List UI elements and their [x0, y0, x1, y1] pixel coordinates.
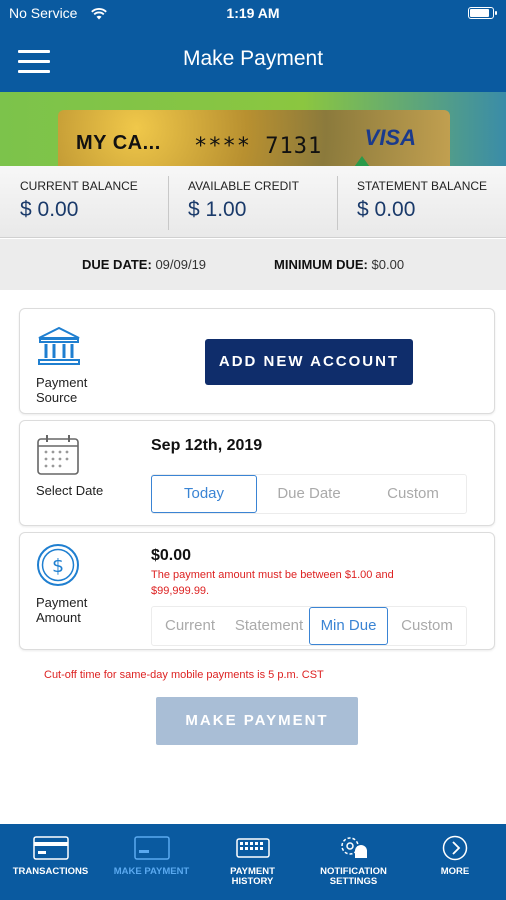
- current-balance-label: CURRENT BALANCE: [20, 179, 138, 193]
- payment-source-label-line2: Source: [36, 390, 78, 405]
- amount-option-min-due[interactable]: Min Due: [309, 607, 388, 645]
- statement-balance: STATEMENT BALANCE $ 0.00: [337, 166, 505, 238]
- make-payment-icon: [133, 836, 170, 860]
- balance-summary: CURRENT BALANCE $ 0.00 AVAILABLE CREDIT …: [0, 166, 506, 238]
- available-credit-value: $ 1.00: [188, 198, 247, 221]
- tab-make-payment-label: MAKE PAYMENT: [113, 866, 190, 877]
- payment-amount-error-line2: $99,999.99.: [151, 585, 210, 597]
- card-emblem-icon: [352, 156, 372, 166]
- current-balance-value: $ 0.00: [20, 198, 79, 221]
- tab-bar: TRANSACTIONS MAKE PAYMENT PAYMENT HISTOR…: [0, 824, 506, 900]
- credit-card-image[interactable]: MY CA... **** 7131 VISA: [58, 110, 450, 166]
- select-date-panel: Select Date Sep 12th, 2019 Today Due Dat…: [19, 420, 495, 526]
- statement-balance-label: STATEMENT BALANCE: [357, 179, 488, 193]
- minimum-due: MINIMUM DUE: $0.00: [274, 257, 404, 272]
- selected-date-value: Sep 12th, 2019: [151, 437, 263, 454]
- transactions-icon: [32, 836, 69, 860]
- minimum-due-value: $0.00: [371, 257, 405, 272]
- tab-transactions-label: TRANSACTIONS: [12, 866, 89, 877]
- payment-amount-value[interactable]: $0.00: [151, 547, 191, 565]
- add-new-account-button[interactable]: ADD NEW ACCOUNT: [205, 339, 413, 385]
- page-title: Make Payment: [182, 47, 324, 70]
- tab-notification-settings[interactable]: NOTIFICATION SETTINGS: [303, 824, 404, 900]
- current-balance: CURRENT BALANCE $ 0.00: [0, 166, 168, 238]
- payment-amount-label-line1: Payment: [36, 595, 88, 610]
- chevron-right-circle-icon: [442, 835, 468, 861]
- payment-source-label: Payment Source: [36, 375, 87, 405]
- select-date-label: Select Date: [36, 483, 104, 498]
- tab-payment-history-label: PAYMENT HISTORY: [202, 867, 303, 887]
- tab-payment-history-line2: HISTORY: [231, 876, 274, 887]
- tab-more[interactable]: MORE: [404, 824, 506, 900]
- card-name: MY CA...: [76, 132, 161, 154]
- status-bar: No Service 1:19 AM: [0, 5, 506, 23]
- amount-option-custom[interactable]: Custom: [388, 607, 466, 645]
- available-credit: AVAILABLE CREDIT $ 1.00: [168, 166, 336, 238]
- payment-amount-label: Payment Amount: [36, 595, 87, 625]
- payment-amount-error-line1: The payment amount must be between $1.00…: [151, 569, 394, 581]
- date-option-due-date[interactable]: Due Date: [257, 475, 361, 513]
- due-summary: DUE DATE: 09/09/19 MINIMUM DUE: $0.00: [0, 239, 506, 290]
- payment-source-panel: Payment Source ADD NEW ACCOUNT: [19, 308, 495, 414]
- minimum-due-label: MINIMUM DUE:: [274, 257, 368, 272]
- battery-icon: [468, 7, 497, 19]
- payment-amount-panel: $ Payment Amount $0.00 The payment amoun…: [19, 532, 495, 650]
- date-option-custom[interactable]: Custom: [361, 475, 465, 513]
- available-credit-label: AVAILABLE CREDIT: [188, 179, 299, 193]
- tab-notification-settings-label: NOTIFICATION SETTINGS: [303, 867, 404, 887]
- payment-amount-error: The payment amount must be between $1.00…: [151, 567, 451, 599]
- svg-text:$: $: [52, 555, 64, 577]
- amount-option-statement[interactable]: Statement: [229, 607, 309, 645]
- due-date-label: DUE DATE:: [82, 257, 152, 272]
- make-payment-button[interactable]: MAKE PAYMENT: [156, 697, 358, 745]
- app-header: No Service 1:19 AM Make Payment: [0, 0, 506, 92]
- tab-notification-settings-line2: SETTINGS: [329, 876, 378, 887]
- payment-amount-label-line2: Amount: [36, 610, 81, 625]
- due-date: DUE DATE: 09/09/19: [82, 257, 206, 272]
- date-option-today[interactable]: Today: [151, 475, 257, 513]
- visa-logo: VISA: [364, 125, 416, 150]
- dollar-icon: $: [37, 544, 79, 586]
- payment-source-label-line1: Payment: [36, 375, 88, 390]
- bank-icon: [38, 326, 80, 365]
- payment-history-icon: [235, 838, 270, 858]
- tab-transactions[interactable]: TRANSACTIONS: [0, 824, 101, 900]
- card-banner: MY CA... **** 7131 VISA: [0, 92, 506, 166]
- cutoff-note: Cut-off time for same-day mobile payment…: [44, 669, 324, 681]
- amount-option-current[interactable]: Current: [151, 607, 229, 645]
- due-date-value: 09/09/19: [155, 257, 207, 272]
- status-time: 1:19 AM: [226, 5, 280, 21]
- card-number: **** 7131: [194, 134, 323, 159]
- statement-balance-value: $ 0.00: [357, 198, 416, 221]
- calendar-icon: [37, 435, 79, 475]
- tab-payment-history[interactable]: PAYMENT HISTORY: [202, 824, 303, 900]
- tab-make-payment[interactable]: MAKE PAYMENT: [101, 824, 202, 900]
- tab-more-label: MORE: [440, 866, 470, 877]
- notification-settings-icon: [340, 837, 367, 858]
